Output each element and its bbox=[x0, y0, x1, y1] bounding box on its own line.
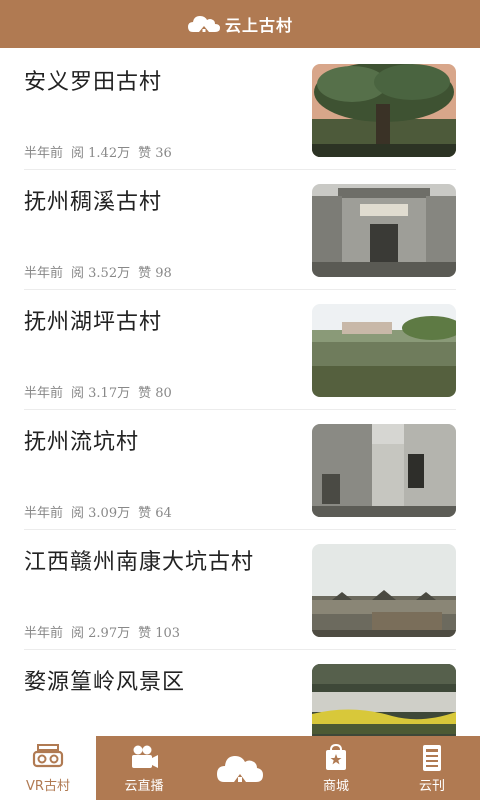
article-title[interactable]: 江西赣州南康大坑古村 bbox=[24, 544, 254, 576]
tab-label: 商城 bbox=[322, 778, 349, 794]
article-meta: 半年前 阅 3.09万 赞 64 bbox=[24, 502, 172, 521]
list-item[interactable]: 抚州流坑村 半年前 阅 3.09万 赞 64 bbox=[24, 410, 456, 530]
article-time: 半年前 bbox=[24, 626, 64, 641]
tab-vr-village[interactable]: VR古村 bbox=[0, 736, 96, 800]
article-list: 安义罗田古村 半年前 阅 1.42万 赞 36 抚州稠溪古村 半年前 阅 3.5… bbox=[0, 50, 480, 736]
article-time: 半年前 bbox=[24, 506, 64, 521]
article-likes: 赞 98 bbox=[138, 266, 172, 281]
tab-label: 云刊 bbox=[418, 778, 445, 794]
article-meta: 半年前 阅 1.42万 赞 36 bbox=[24, 142, 172, 161]
article-thumbnail[interactable] bbox=[312, 664, 456, 736]
article-time: 半年前 bbox=[24, 266, 64, 281]
article-likes: 赞 36 bbox=[138, 146, 172, 161]
tab-label: 云直播 bbox=[124, 778, 164, 794]
article-likes: 赞 64 bbox=[138, 506, 172, 521]
bottom-tab-bar: VR古村 云直播 商城 云刊 bbox=[0, 736, 480, 800]
tab-label: VR古村 bbox=[26, 778, 70, 794]
article-views: 阅 3.52万 bbox=[71, 266, 131, 281]
list-item[interactable]: 抚州湖坪古村 半年前 阅 3.17万 赞 80 bbox=[24, 290, 456, 410]
article-thumbnail[interactable] bbox=[312, 544, 456, 637]
page-title: 云上古村 bbox=[224, 16, 293, 35]
article-views: 阅 3.09万 bbox=[71, 506, 131, 521]
article-title[interactable]: 安义罗田古村 bbox=[24, 64, 162, 96]
article-title[interactable]: 抚州流坑村 bbox=[24, 424, 139, 456]
shopping-bag-icon bbox=[326, 743, 346, 770]
article-views: 阅 3.17万 bbox=[71, 386, 131, 401]
article-title[interactable]: 婺源篁岭风景区 bbox=[24, 664, 185, 696]
tab-home[interactable] bbox=[192, 736, 288, 800]
list-item[interactable]: 江西赣州南康大坑古村 半年前 阅 2.97万 赞 103 bbox=[24, 530, 456, 650]
magazine-icon bbox=[423, 744, 441, 771]
vr-glasses-icon bbox=[32, 743, 64, 767]
article-title[interactable]: 抚州稠溪古村 bbox=[24, 184, 162, 216]
article-thumbnail[interactable] bbox=[312, 424, 456, 517]
article-likes: 赞 103 bbox=[138, 626, 181, 641]
article-title[interactable]: 抚州湖坪古村 bbox=[24, 304, 162, 336]
article-views: 阅 2.97万 bbox=[71, 626, 131, 641]
article-meta: 半年前 阅 2.97万 赞 103 bbox=[24, 622, 180, 641]
app-header: 云上古村 bbox=[0, 0, 480, 48]
list-item[interactable]: 婺源篁岭风景区 bbox=[24, 650, 456, 736]
article-meta: 半年前 阅 3.52万 赞 98 bbox=[24, 262, 172, 281]
video-camera-icon bbox=[132, 745, 158, 768]
list-item[interactable]: 安义罗田古村 半年前 阅 1.42万 赞 36 bbox=[24, 50, 456, 170]
tab-magazine[interactable]: 云刊 bbox=[384, 736, 480, 800]
article-likes: 赞 80 bbox=[138, 386, 172, 401]
tab-shop[interactable]: 商城 bbox=[288, 736, 384, 800]
article-time: 半年前 bbox=[24, 386, 64, 401]
list-item[interactable]: 抚州稠溪古村 半年前 阅 3.52万 赞 98 bbox=[24, 170, 456, 290]
article-views: 阅 1.42万 bbox=[71, 146, 131, 161]
article-meta: 半年前 阅 3.17万 赞 80 bbox=[24, 382, 172, 401]
cloud-house-icon bbox=[217, 756, 263, 782]
article-thumbnail[interactable] bbox=[312, 64, 456, 157]
article-thumbnail[interactable] bbox=[312, 304, 456, 397]
cloud-house-icon bbox=[187, 16, 220, 32]
article-thumbnail[interactable] bbox=[312, 184, 456, 277]
tab-live-stream[interactable]: 云直播 bbox=[96, 736, 192, 800]
article-time: 半年前 bbox=[24, 146, 64, 161]
